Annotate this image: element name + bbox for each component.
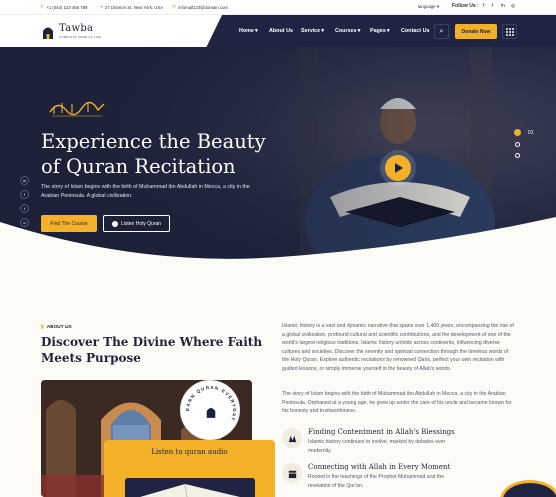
search-icon: ⌕ — [439, 27, 444, 35]
email-info[interactable]: ✉ infomail123@domain.com — [172, 4, 228, 10]
feature-desc-2: Rooted in the teachings of the Prophet M… — [308, 474, 445, 489]
brand-tagline: COMPLETE SOME OF LIFE — [59, 35, 102, 39]
slide-number: 01 — [528, 130, 534, 136]
logo-area — [0, 15, 222, 47]
play-icon — [395, 163, 403, 173]
email-text: infomail123@domain.com — [178, 4, 228, 10]
nav-label: Home — [239, 28, 254, 34]
facebook-icon[interactable]: f — [20, 190, 29, 199]
nav-label: Courses — [335, 28, 357, 34]
nav-pages[interactable]: Pages ▾ — [370, 28, 390, 34]
listen-quran-label: Listen Holy Quran — [120, 220, 162, 227]
listen-audio-label: Listen to quran audio — [151, 448, 228, 456]
nav-label: Service — [301, 28, 321, 34]
address-text: 27 Division St, New York, USA — [105, 4, 164, 10]
nav-courses[interactable]: Courses ▾ — [335, 28, 360, 34]
donate-button[interactable]: Donate Now — [455, 24, 497, 39]
nav-about[interactable]: About Us — [269, 28, 293, 34]
mosque-logo-icon — [206, 405, 216, 418]
slider-dot-active[interactable] — [514, 129, 521, 136]
twitter-icon[interactable]: t — [20, 204, 29, 213]
chevron-down-icon: ▾ — [357, 28, 361, 34]
listen-quran-button[interactable]: Listen Holy Quran — [103, 215, 170, 232]
feature-desc-1: Islamic history continues to evolve, mar… — [308, 439, 446, 454]
phone-text: +1 (044) 123 456 789 — [46, 4, 88, 10]
about-tag: ▮ ABOUT US — [41, 325, 72, 330]
play-circle-icon — [111, 220, 118, 227]
about-title: Discover The Divine Where Faith Meets Pu… — [41, 335, 263, 365]
feature-title-1: Finding Contentment in Allah's Blessings — [308, 428, 455, 436]
nav-contact[interactable]: Contact Us — [401, 28, 429, 34]
quran-book-image — [125, 478, 255, 497]
follow-us-label: Follow Us : — [452, 3, 479, 9]
video-play-button[interactable] — [385, 155, 411, 181]
nav-home[interactable]: Home ▾ — [239, 28, 258, 34]
nav-label: Contact Us — [401, 28, 430, 34]
about-tag-label: ABOUT US — [46, 325, 72, 330]
phone-icon: ✆ — [40, 4, 45, 10]
brand-name[interactable]: Tawba — [59, 23, 93, 34]
hero-title: Experience the Beauty of Quran Recitatio… — [41, 129, 301, 179]
chevron-down-icon: ▾ — [254, 28, 258, 34]
search-button[interactable]: ⌕ — [434, 24, 449, 39]
nav-label: About Us — [269, 28, 293, 34]
facebook-icon[interactable]: f — [483, 3, 484, 9]
hands-icon — [282, 428, 302, 448]
book-icon: ▮ — [41, 325, 44, 330]
slider-dot[interactable] — [515, 142, 520, 147]
mosque-logo-icon[interactable] — [41, 23, 55, 39]
kaaba-icon — [282, 463, 302, 483]
find-course-button[interactable]: Find The Course — [41, 215, 97, 232]
chevron-down-icon: ▾ — [321, 28, 324, 34]
chevron-down-icon: ▾ — [386, 28, 390, 34]
address-info: ● 27 Division St, New York, USA — [100, 4, 163, 10]
linkedin-icon[interactable]: in — [20, 176, 29, 185]
about-paragraph-1: Islamic history is a vast and dynamic na… — [282, 323, 514, 372]
nav-label: Pages — [370, 28, 386, 34]
top-bar: ✆ +1 (044) 123 456 789 ● 27 Division St,… — [0, 0, 556, 15]
phone-info[interactable]: ✆ +1 (044) 123 456 789 — [40, 4, 87, 10]
about-paragraph-2: The story of Islam begins with the birth… — [282, 391, 512, 414]
twitter-icon[interactable]: t — [492, 3, 493, 9]
bismillah-calligraphy-logo — [49, 101, 105, 117]
hero-description: The story of Islam begins with the birth… — [41, 184, 250, 199]
instagram-icon[interactable]: o — [20, 218, 29, 227]
language-label: language — [418, 4, 436, 9]
feature-title-2: Connecting with Allah in Every Moment — [308, 463, 451, 471]
menu-grid-button[interactable] — [502, 24, 517, 39]
hero-title-line2: of Quran Recitation — [41, 155, 236, 178]
chevron-down-icon: ▾ — [436, 4, 440, 9]
location-icon: ● — [100, 4, 104, 10]
earn-quran-badge: EARN QURAN EVERYDAY — [180, 380, 240, 440]
mail-icon: ✉ — [172, 4, 177, 10]
linkedin-icon[interactable]: in — [501, 3, 505, 9]
hero-title-line1: Experience the Beauty — [41, 130, 266, 153]
nav-service[interactable]: Service ▾ — [301, 28, 324, 34]
instagram-icon[interactable]: ◎ — [511, 3, 515, 9]
language-select[interactable]: language ▾ — [418, 4, 439, 10]
slider-dot[interactable] — [515, 153, 520, 158]
